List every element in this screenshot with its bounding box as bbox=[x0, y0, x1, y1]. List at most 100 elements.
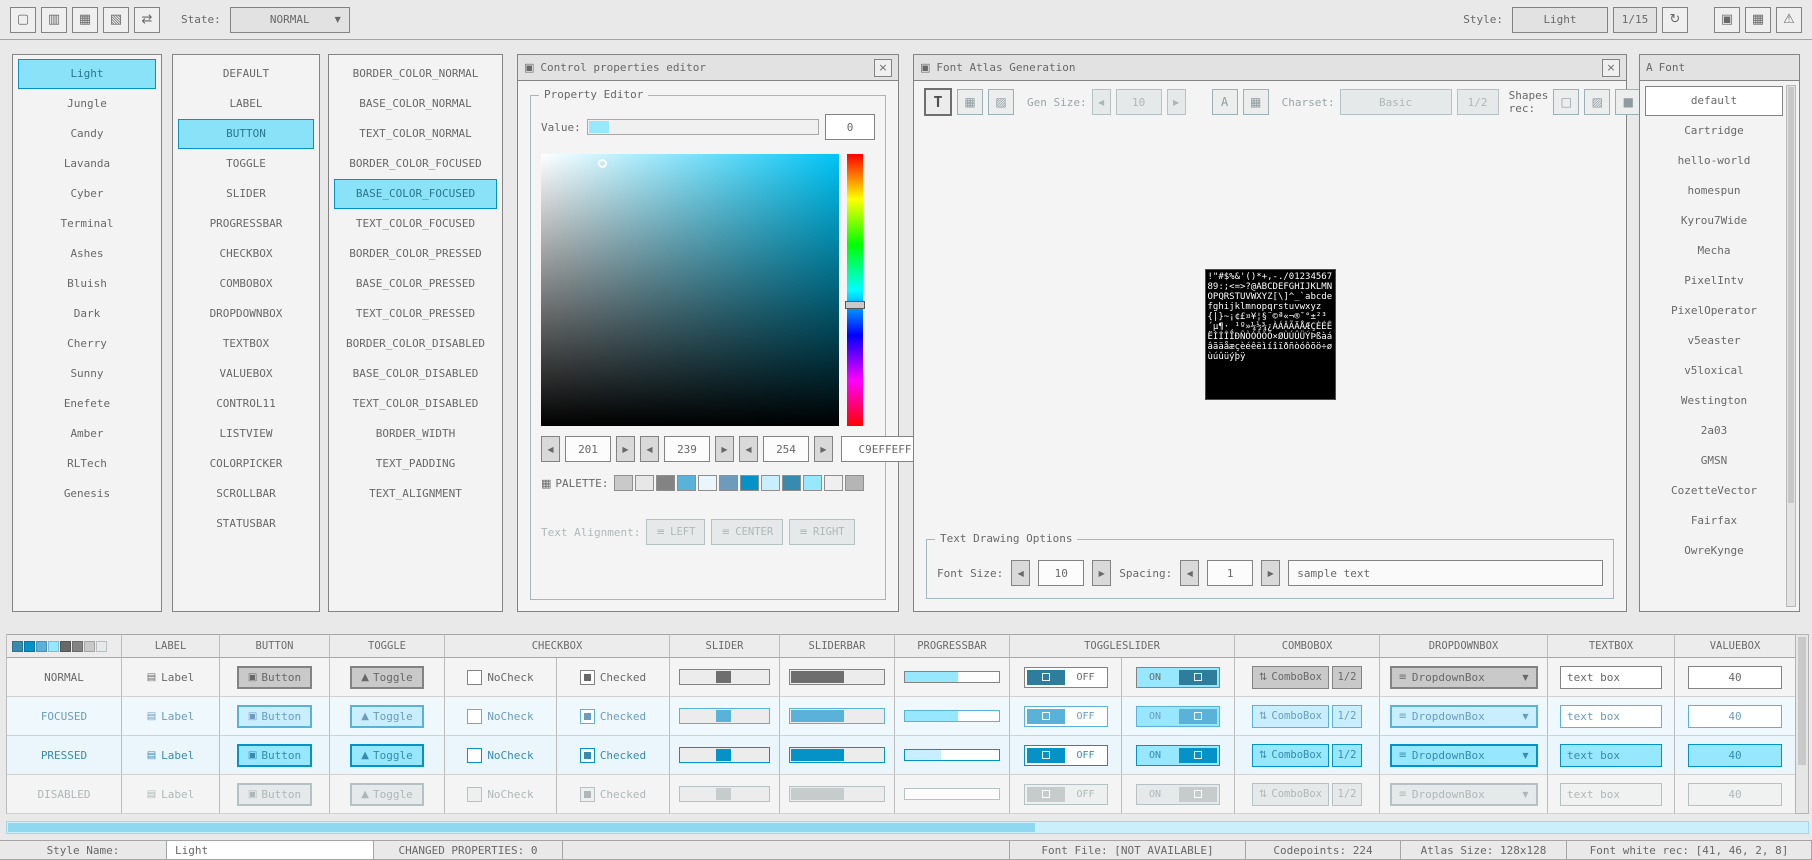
export-style-button[interactable]: ▧ bbox=[103, 7, 129, 33]
sample-text-input[interactable]: sample text bbox=[1288, 560, 1603, 586]
dropdownbox-control[interactable]: ≡DropdownBox▼ bbox=[1390, 744, 1538, 767]
preview-vertical-scrollbar[interactable] bbox=[1795, 634, 1809, 814]
button-control[interactable]: ▣Button bbox=[237, 783, 312, 806]
property-list-item[interactable]: BORDER_WIDTH bbox=[334, 419, 497, 449]
font-charset-button[interactable]: A bbox=[1212, 89, 1238, 115]
property-list-item[interactable]: BASE_COLOR_NORMAL bbox=[334, 89, 497, 119]
combobox-button[interactable]: ⇅ComboBox bbox=[1252, 666, 1329, 689]
property-list-item[interactable]: BASE_COLOR_FOCUSED bbox=[334, 179, 497, 209]
load-style-button[interactable]: ▥ bbox=[41, 7, 67, 33]
dropdownbox-control[interactable]: ≡DropdownBox▼ bbox=[1390, 783, 1538, 806]
spacing-value-box[interactable]: 1 bbox=[1207, 560, 1253, 586]
style-list-item[interactable]: Terminal bbox=[18, 209, 156, 239]
checkbox-control[interactable]: NoCheck bbox=[467, 748, 533, 763]
control-list-item[interactable]: LISTVIEW bbox=[178, 419, 314, 449]
scrollbar-thumb[interactable] bbox=[1788, 87, 1794, 503]
font-list-item[interactable]: Fairfax bbox=[1645, 506, 1783, 536]
horizontal-scrollbar[interactable] bbox=[6, 821, 1809, 834]
slider-handle[interactable] bbox=[716, 671, 731, 683]
palette-color-swatch[interactable] bbox=[677, 475, 696, 491]
atlas-close-button[interactable]: × bbox=[1602, 59, 1620, 77]
font-size-decrement-button[interactable]: ◀ bbox=[1011, 560, 1030, 586]
toggle-slider-off[interactable]: OFF bbox=[1024, 784, 1108, 805]
style-table-button[interactable]: ▣ bbox=[1714, 7, 1740, 33]
control-list-item[interactable]: COLORPICKER bbox=[178, 449, 314, 479]
property-list-item[interactable]: BORDER_COLOR_DISABLED bbox=[334, 329, 497, 359]
valuebox-control[interactable]: 40 bbox=[1688, 783, 1782, 806]
toggle-slider-on[interactable]: ON bbox=[1136, 745, 1220, 766]
button-control[interactable]: ▣Button bbox=[237, 744, 312, 767]
palette-color-swatch[interactable] bbox=[635, 475, 654, 491]
font-list-item[interactable]: Westington bbox=[1645, 386, 1783, 416]
combobox-counter[interactable]: 1/2 bbox=[1332, 666, 1362, 689]
slider-handle[interactable] bbox=[716, 749, 731, 761]
combobox-button[interactable]: ⇅ComboBox bbox=[1252, 705, 1329, 728]
toggle-control[interactable]: ▲Toggle bbox=[350, 666, 423, 689]
charset-dropdown[interactable]: Basic bbox=[1340, 89, 1452, 115]
slider-control[interactable] bbox=[679, 669, 771, 685]
property-list-item[interactable]: TEXT_COLOR_PRESSED bbox=[334, 299, 497, 329]
blue-decrement-button[interactable]: ◀ bbox=[739, 436, 758, 462]
font-list-item[interactable]: PixelOperator bbox=[1645, 296, 1783, 326]
valuebox-control[interactable]: 40 bbox=[1688, 666, 1782, 689]
atlas-window-titlebar[interactable]: ▣ Font Atlas Generation × bbox=[914, 55, 1626, 81]
save-style-button[interactable]: ▦ bbox=[72, 7, 98, 33]
reload-style-button[interactable]: ↻ bbox=[1662, 7, 1688, 33]
textbox-control[interactable]: text box bbox=[1560, 666, 1662, 689]
control-list-item[interactable]: BUTTON bbox=[178, 119, 314, 149]
control-list-item[interactable]: SLIDER bbox=[178, 179, 314, 209]
hue-handle[interactable] bbox=[845, 301, 865, 309]
font-list-item[interactable]: hello-world bbox=[1645, 146, 1783, 176]
gen-size-decrement-button[interactable]: ◀ bbox=[1092, 89, 1111, 115]
checkbox-control[interactable]: Checked bbox=[580, 709, 646, 724]
toggle-slider-on[interactable]: ON bbox=[1136, 784, 1220, 805]
textbox-control[interactable]: text box bbox=[1560, 744, 1662, 767]
red-increment-button[interactable]: ▶ bbox=[616, 436, 635, 462]
color-cursor[interactable] bbox=[598, 159, 607, 168]
combobox-control[interactable]: ⇅ComboBox1/2 bbox=[1252, 783, 1362, 806]
combobox-counter[interactable]: 1/2 bbox=[1332, 744, 1362, 767]
toggle-control[interactable]: ▲Toggle bbox=[350, 744, 423, 767]
style-selector[interactable]: Light bbox=[1512, 7, 1608, 33]
combobox-control[interactable]: ⇅ComboBox1/2 bbox=[1252, 744, 1362, 767]
state-dropdown[interactable]: NORMAL ▼ bbox=[230, 7, 350, 33]
style-name-input[interactable]: Light bbox=[166, 840, 374, 860]
style-list-item[interactable]: Genesis bbox=[18, 479, 156, 509]
checkbox-control[interactable]: NoCheck bbox=[467, 670, 533, 685]
slider-control[interactable] bbox=[679, 708, 771, 724]
align-right-button[interactable]: ≡ RIGHT bbox=[789, 519, 854, 545]
control-list-item[interactable]: STATUSBAR bbox=[178, 509, 314, 539]
toggle-slider-on[interactable]: ON bbox=[1136, 706, 1220, 727]
style-list-item[interactable]: Enefete bbox=[18, 389, 156, 419]
text-mode-button[interactable]: T bbox=[924, 88, 952, 116]
palette-color-swatch[interactable] bbox=[719, 475, 738, 491]
font-list-item[interactable]: default bbox=[1645, 86, 1783, 116]
shapes-rec-button-2[interactable]: ▨ bbox=[1584, 89, 1610, 115]
atlas-grid-mode-button[interactable]: ▨ bbox=[988, 89, 1014, 115]
property-list-item[interactable]: BORDER_COLOR_FOCUSED bbox=[334, 149, 497, 179]
property-list-item[interactable]: TEXT_COLOR_FOCUSED bbox=[334, 209, 497, 239]
value-box[interactable]: 0 bbox=[825, 114, 875, 140]
control-list-item[interactable]: SCROLLBAR bbox=[178, 479, 314, 509]
textbox-control[interactable]: text box bbox=[1560, 783, 1662, 806]
toggle-slider-off[interactable]: OFF bbox=[1024, 706, 1108, 727]
green-decrement-button[interactable]: ◀ bbox=[640, 436, 659, 462]
style-list-item[interactable]: Cyber bbox=[18, 179, 156, 209]
toggle-control[interactable]: ▲Toggle bbox=[350, 705, 423, 728]
style-list-item[interactable]: Cherry bbox=[18, 329, 156, 359]
control-list-item[interactable]: COMBOBOX bbox=[178, 269, 314, 299]
checkbox-control[interactable]: NoCheck bbox=[467, 709, 533, 724]
font-list-item[interactable]: CozetteVector bbox=[1645, 476, 1783, 506]
combobox-button[interactable]: ⇅ComboBox bbox=[1252, 783, 1329, 806]
toggle-slider-off[interactable]: OFF bbox=[1024, 745, 1108, 766]
palette-color-swatch[interactable] bbox=[782, 475, 801, 491]
textbox-control[interactable]: text box bbox=[1560, 705, 1662, 728]
style-list-item[interactable]: Sunny bbox=[18, 359, 156, 389]
screenshot-button[interactable]: ▦ bbox=[1745, 7, 1771, 33]
property-list-item[interactable]: BASE_COLOR_PRESSED bbox=[334, 269, 497, 299]
palette-color-swatch[interactable] bbox=[656, 475, 675, 491]
dropdownbox-control[interactable]: ≡DropdownBox▼ bbox=[1390, 666, 1538, 689]
shapes-rec-button-3[interactable]: ■ bbox=[1615, 89, 1641, 115]
combobox-control[interactable]: ⇅ComboBox1/2 bbox=[1252, 666, 1362, 689]
palette-color-swatch[interactable] bbox=[824, 475, 843, 491]
